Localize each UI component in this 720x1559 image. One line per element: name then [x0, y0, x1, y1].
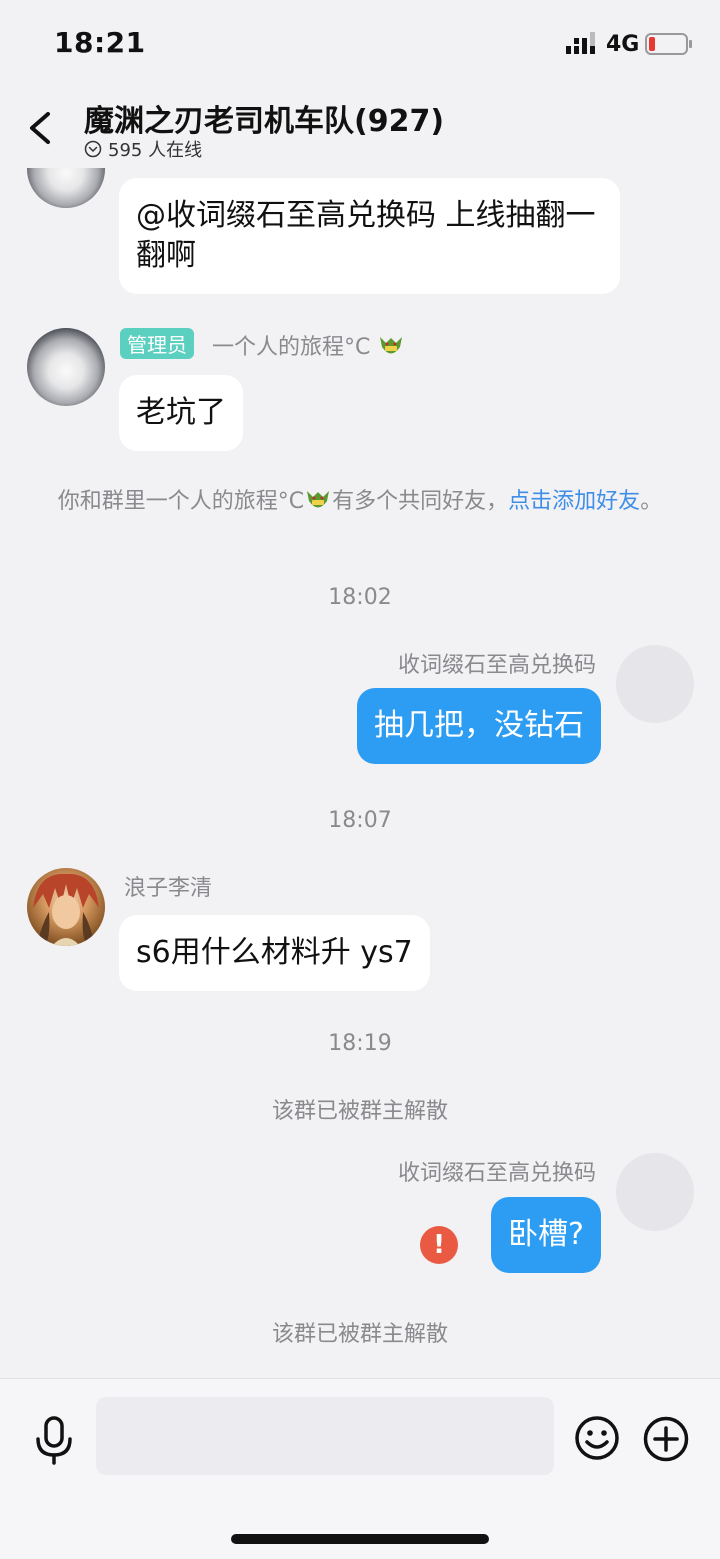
- chat-title[interactable]: 魔渊之刃老司机车队(927): [84, 96, 444, 140]
- message-bubble[interactable]: s6用什么材料升 ys7: [119, 915, 430, 991]
- portrait-image: [33, 873, 99, 946]
- smiley-icon[interactable]: [574, 1415, 620, 1461]
- dragon-emoji-icon: [307, 491, 330, 508]
- sender-name: 收词缀石至高兑换码: [397, 1161, 596, 1186]
- message-text: @收词缀石至高兑换码 上线抽翻一翻啊: [136, 198, 596, 273]
- battery-icon: [645, 33, 692, 55]
- signal-icon: [566, 32, 595, 54]
- home-indicator: [231, 1534, 489, 1544]
- message-input[interactable]: [96, 1397, 554, 1475]
- sender-name: 浪子李清: [124, 876, 213, 901]
- dragon-emoji-icon: [380, 337, 403, 354]
- message-text: 卧槽?: [508, 1217, 584, 1252]
- timestamp: 18:02: [328, 585, 392, 610]
- timestamp: 18:19: [328, 1031, 392, 1056]
- message-text: 抽几把，没钻石: [374, 708, 584, 743]
- timestamp: 18:07: [328, 808, 392, 833]
- avatar[interactable]: [616, 1153, 694, 1231]
- network-label: 4G: [606, 32, 640, 57]
- back-arrow-icon[interactable]: [22, 106, 62, 150]
- admin-badge: 管理员: [120, 328, 194, 359]
- microphone-icon[interactable]: [32, 1415, 76, 1465]
- plus-circle-icon[interactable]: [642, 1415, 690, 1463]
- message-list[interactable]: @收词缀石至高兑换码 上线抽翻一翻啊 管理员 一个人的旅程°C 老坑了 你和群里…: [0, 168, 720, 1378]
- avatar[interactable]: [27, 328, 105, 406]
- sender-name: 一个人的旅程°C: [212, 329, 405, 361]
- status-time: 18:21: [54, 26, 146, 59]
- avatar[interactable]: [616, 645, 694, 723]
- add-friend-link[interactable]: 点击添加好友: [508, 489, 640, 514]
- system-notice: 该群已被群主解散: [271, 1322, 448, 1347]
- message-bubble[interactable]: 抽几把，没钻石: [357, 688, 601, 764]
- sender-name: 收词缀石至高兑换码: [397, 653, 596, 678]
- online-count-label: 595 人在线: [108, 140, 203, 161]
- input-bar: [0, 1378, 720, 1559]
- system-notice: 该群已被群主解散: [271, 1099, 448, 1124]
- message-text: s6用什么材料升 ys7: [136, 935, 413, 970]
- online-count[interactable]: 595 人在线: [84, 136, 202, 162]
- message-bubble[interactable]: @收词缀石至高兑换码 上线抽翻一翻啊: [119, 178, 620, 294]
- message-bubble[interactable]: 卧槽?: [491, 1197, 601, 1273]
- message-bubble[interactable]: 老坑了: [119, 375, 243, 451]
- status-bar: 18:21 4G: [0, 0, 720, 88]
- chat-header: 魔渊之刃老司机车队(927) 595 人在线: [0, 88, 720, 168]
- error-icon[interactable]: !: [420, 1226, 458, 1264]
- avatar[interactable]: [27, 868, 105, 946]
- add-friend-tip: 你和群里一个人的旅程°C 有多个共同好友，点击添加好友。: [57, 489, 663, 514]
- avatar[interactable]: [27, 168, 105, 208]
- chevron-circle-icon: [84, 140, 102, 158]
- message-text: 老坑了: [136, 395, 226, 430]
